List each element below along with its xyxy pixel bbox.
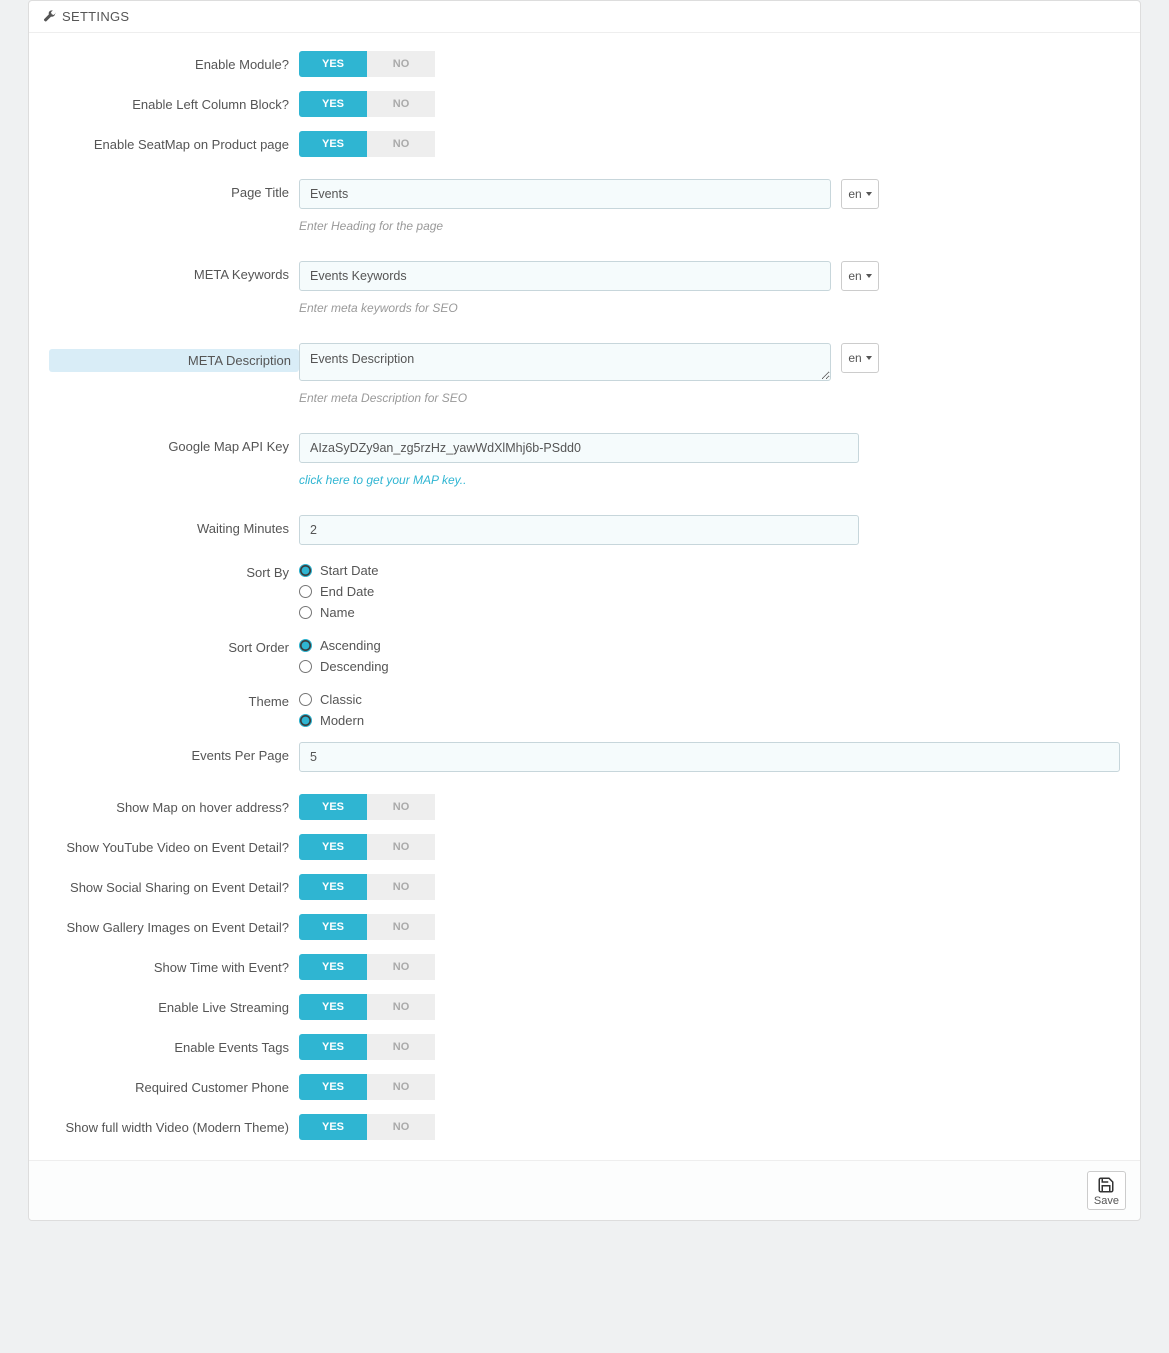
label-enable-tags: Enable Events Tags (49, 1034, 299, 1055)
label-show-time: Show Time with Event? (49, 954, 299, 975)
toggle-show-gallery[interactable]: YESNO (299, 914, 1120, 940)
label-show-map-hover: Show Map on hover address? (49, 794, 299, 815)
link-get-map-key[interactable]: click here to get your MAP key.. (299, 473, 1120, 487)
radio-theme-modern[interactable]: Modern (299, 713, 1120, 728)
radio-theme-classic[interactable]: Classic (299, 692, 1120, 707)
caret-down-icon (866, 356, 872, 360)
label-waiting-minutes: Waiting Minutes (49, 515, 299, 536)
label-show-youtube: Show YouTube Video on Event Detail? (49, 834, 299, 855)
label-theme: Theme (49, 688, 299, 709)
label-show-social: Show Social Sharing on Event Detail? (49, 874, 299, 895)
radio-sortby-name[interactable]: Name (299, 605, 1120, 620)
toggle-enable-module[interactable]: YES NO (299, 51, 1120, 77)
input-gmap-key[interactable] (299, 433, 859, 463)
label-enable-live: Enable Live Streaming (49, 994, 299, 1015)
save-button[interactable]: Save (1087, 1171, 1126, 1210)
input-events-per-page[interactable] (299, 742, 1120, 772)
label-enable-module: Enable Module? (49, 51, 299, 72)
caret-down-icon (866, 192, 872, 196)
hint-page-title: Enter Heading for the page (299, 219, 1120, 233)
lang-dropdown-meta-keywords[interactable]: en (841, 261, 879, 291)
settings-panel: SETTINGS Enable Module? YES NO Enable Le… (28, 0, 1141, 1221)
toggle-show-time[interactable]: YESNO (299, 954, 1120, 980)
toggle-show-map-hover[interactable]: YESNO (299, 794, 1120, 820)
toggle-enable-left-column[interactable]: YES NO (299, 91, 1120, 117)
input-page-title[interactable] (299, 179, 831, 209)
radio-sortorder-desc[interactable]: Descending (299, 659, 1120, 674)
panel-title: SETTINGS (62, 9, 129, 24)
input-meta-keywords[interactable] (299, 261, 831, 291)
label-enable-left-column: Enable Left Column Block? (49, 91, 299, 112)
hint-meta-description: Enter meta Description for SEO (299, 391, 1120, 405)
wrench-icon (43, 10, 56, 23)
panel-heading: SETTINGS (29, 1, 1140, 33)
input-waiting-minutes[interactable] (299, 515, 859, 545)
label-required-phone: Required Customer Phone (49, 1074, 299, 1095)
label-show-gallery: Show Gallery Images on Event Detail? (49, 914, 299, 935)
toggle-required-phone[interactable]: YESNO (299, 1074, 1120, 1100)
save-icon (1097, 1176, 1115, 1194)
toggle-enable-live[interactable]: YESNO (299, 994, 1120, 1020)
toggle-enable-tags[interactable]: YESNO (299, 1034, 1120, 1060)
radio-sortby-start[interactable]: Start Date (299, 563, 1120, 578)
panel-footer: Save (29, 1160, 1140, 1220)
label-meta-description: META Description (49, 349, 299, 372)
panel-body: Enable Module? YES NO Enable Left Column… (29, 33, 1140, 1160)
label-sort-order: Sort Order (49, 634, 299, 655)
label-meta-keywords: META Keywords (49, 261, 299, 282)
toggle-enable-seatmap[interactable]: YES NO (299, 131, 1120, 157)
toggle-full-width-video[interactable]: YESNO (299, 1114, 1120, 1140)
label-sort-by: Sort By (49, 559, 299, 580)
toggle-show-social[interactable]: YESNO (299, 874, 1120, 900)
label-full-width-video: Show full width Video (Modern Theme) (49, 1114, 299, 1135)
hint-meta-keywords: Enter meta keywords for SEO (299, 301, 1120, 315)
label-events-per-page: Events Per Page (49, 742, 299, 763)
radio-sortby-end[interactable]: End Date (299, 584, 1120, 599)
label-page-title: Page Title (49, 179, 299, 200)
lang-dropdown-page-title[interactable]: en (841, 179, 879, 209)
label-gmap-key: Google Map API Key (49, 433, 299, 454)
caret-down-icon (866, 274, 872, 278)
textarea-meta-description[interactable]: Events Description (299, 343, 831, 381)
lang-dropdown-meta-description[interactable]: en (841, 343, 879, 373)
label-enable-seatmap: Enable SeatMap on Product page (49, 131, 299, 152)
radio-sortorder-asc[interactable]: Ascending (299, 638, 1120, 653)
toggle-show-youtube[interactable]: YESNO (299, 834, 1120, 860)
